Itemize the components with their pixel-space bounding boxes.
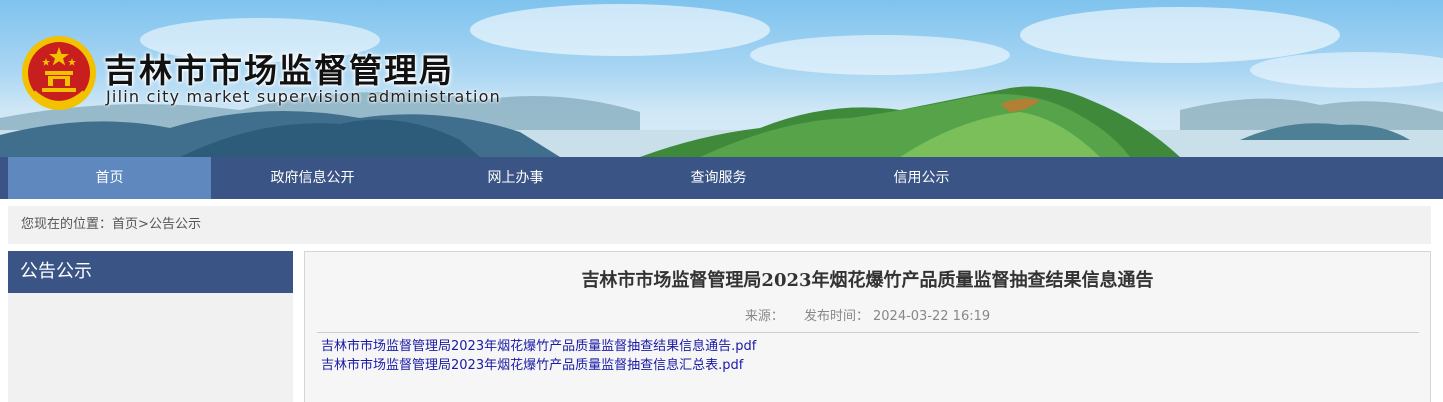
nav-item-home[interactable]: 首页: [8, 157, 211, 199]
nav-item-credit-publicity[interactable]: 信用公示: [820, 157, 1023, 199]
attachment-link[interactable]: 吉林市市场监督管理局2023年烟花爆竹产品质量监督抽查结果信息通告.pdf: [321, 335, 756, 354]
breadcrumb-prefix: 您现在的位置：: [21, 217, 113, 232]
site-banner: 吉林市市场监督管理局 Jilin city market supervision…: [0, 0, 1443, 157]
national-emblem-icon: [22, 36, 96, 110]
nav-item-query-services[interactable]: 查询服务: [617, 157, 820, 199]
breadcrumb-home-link[interactable]: 首页: [112, 217, 138, 232]
article-title: 吉林市市场监督管理局2023年烟花爆竹产品质量监督抽查结果信息通告: [581, 270, 1154, 291]
article-panel: 吉林市市场监督管理局2023年烟花爆竹产品质量监督抽查结果信息通告 来源： 发布…: [304, 251, 1431, 402]
site-title: 吉林市市场监督管理局: [104, 51, 454, 90]
breadcrumb-separator: >: [138, 217, 149, 232]
main-nav: 首页 政府信息公开 网上办事 查询服务 信用公示: [0, 157, 1443, 199]
article-divider: [317, 332, 1419, 333]
nav-item-online-services[interactable]: 网上办事: [414, 157, 617, 199]
publish-time: 2024-03-22 16:19: [873, 309, 991, 324]
source-label: 来源：: [744, 309, 784, 324]
publish-time-label: 发布时间：: [803, 309, 869, 324]
sidebar: 公告公示: [8, 251, 293, 402]
attachment-link[interactable]: 吉林市市场监督管理局2023年烟花爆竹产品质量监督抽查信息汇总表.pdf: [321, 354, 743, 373]
article-meta: 来源： 发布时间： 2024-03-22 16:19: [305, 305, 1430, 324]
nav-item-gov-info[interactable]: 政府信息公开: [211, 157, 414, 199]
breadcrumb: 您现在的位置：首页>公告公示: [8, 206, 1431, 244]
site-subtitle: Jilin city market supervision administra…: [106, 87, 502, 106]
breadcrumb-current-link[interactable]: 公告公示: [149, 217, 201, 232]
sidebar-heading: 公告公示: [8, 251, 293, 293]
